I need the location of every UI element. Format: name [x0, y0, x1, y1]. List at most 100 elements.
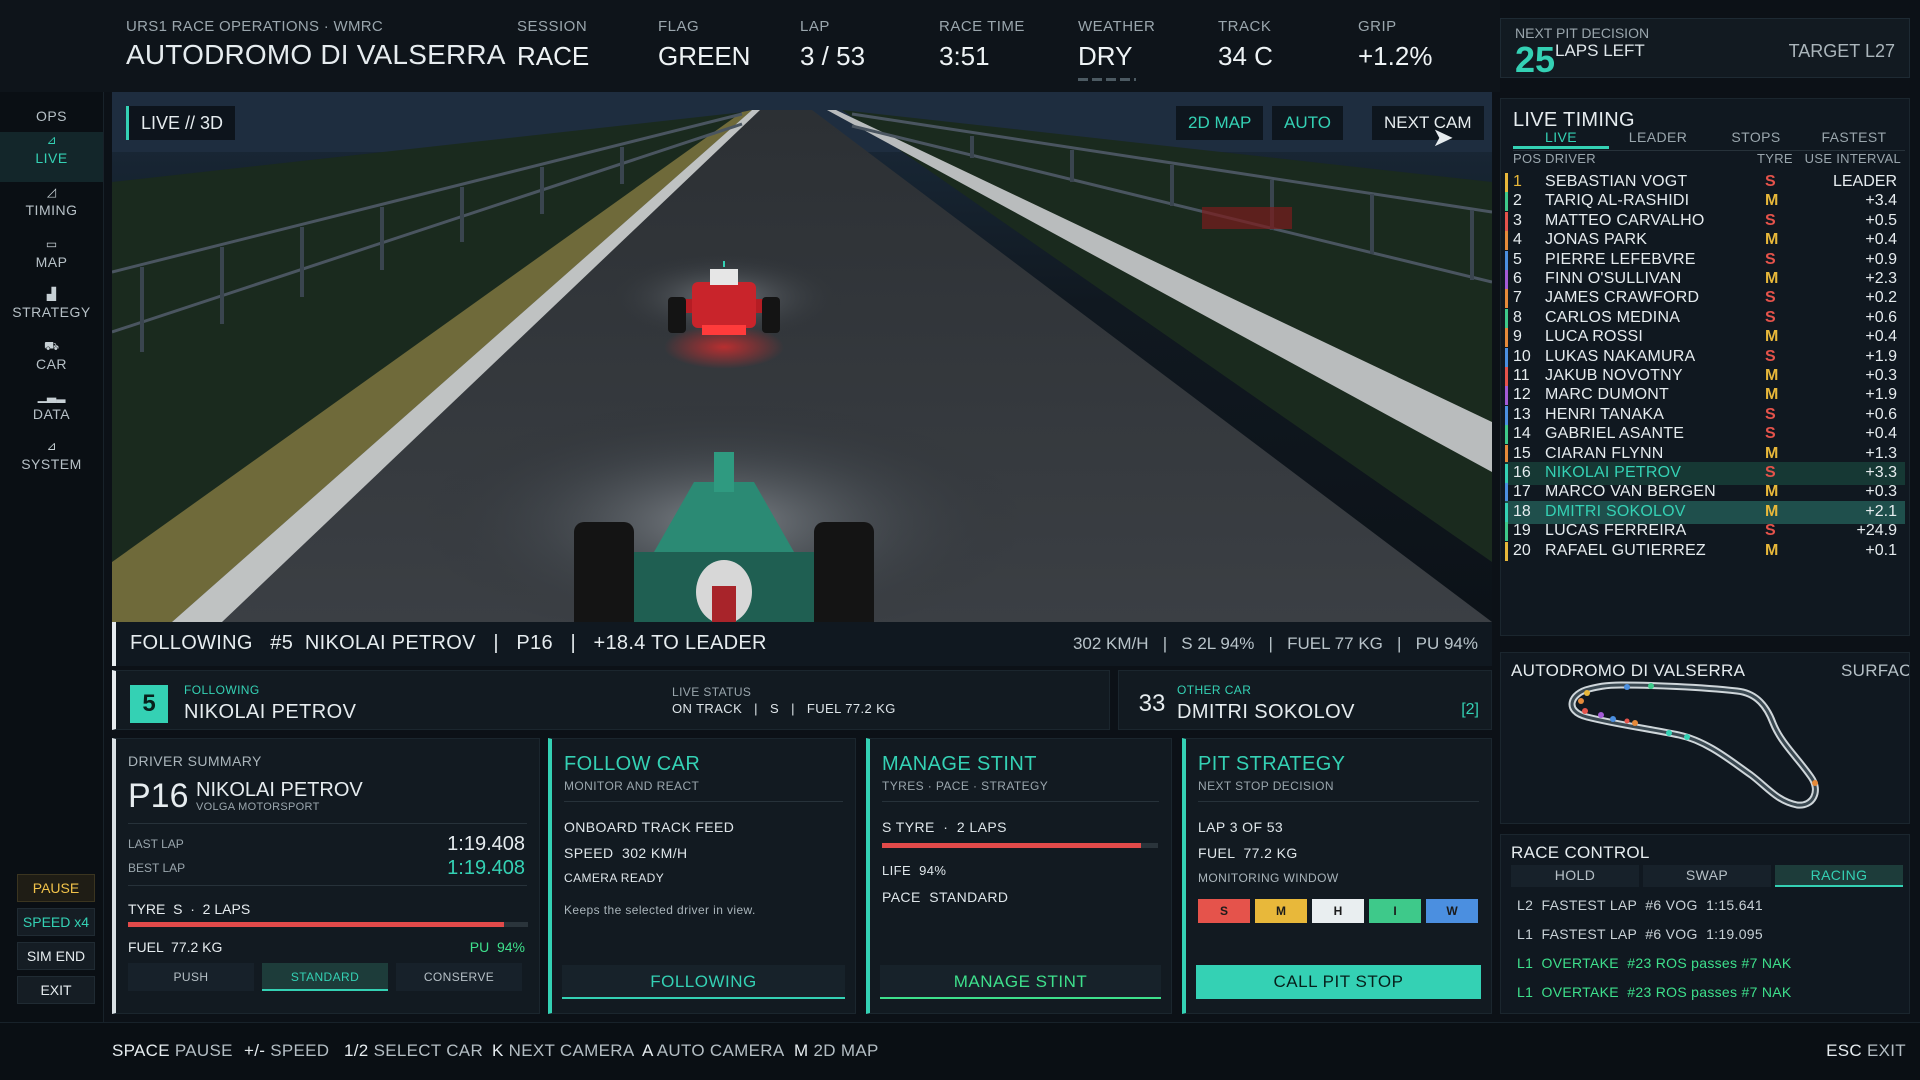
sim-end-button[interactable]: SIM END — [17, 942, 95, 970]
selected-car-strip[interactable]: 5 FOLLOWING NIKOLAI PETROV LIVE STATUS O… — [112, 670, 1110, 730]
tab-fastest[interactable]: FASTEST — [1805, 129, 1903, 149]
2d-map-button[interactable]: 2D MAP — [1176, 106, 1264, 140]
live-3d-viewport[interactable]: LIVE // 3D 2D MAP AUTO NEXT CAM ➤ — [112, 92, 1492, 622]
compound-wet-chip[interactable]: W — [1426, 899, 1478, 923]
nav-item-live[interactable]: ⊿ LIVE — [0, 132, 103, 182]
timing-pos: 6 — [1513, 270, 1522, 287]
timing-driver: SEBASTIAN VOGT — [1545, 173, 1688, 190]
mode-conserve-button[interactable]: CONSERVE — [396, 963, 522, 991]
rc-hold-button[interactable]: HOLD — [1511, 865, 1639, 887]
nav-item-timing[interactable]: ◿ TIMING — [0, 184, 103, 234]
car-icon: ⛟ — [43, 339, 60, 353]
following-button[interactable]: FOLLOWING — [562, 965, 845, 999]
timing-driver: JONAS PARK — [1545, 231, 1648, 249]
timing-pos: 5 — [1513, 250, 1522, 268]
last-lap-time: 1:19.408 — [447, 833, 525, 855]
timing-interval: +3.3 — [1865, 464, 1897, 481]
next-cam-button[interactable]: NEXT CAM — [1372, 106, 1484, 140]
live-icon: ⊿ — [46, 133, 57, 147]
tab-live[interactable]: LIVE — [1513, 129, 1609, 149]
team-color-stripe — [1505, 444, 1508, 464]
compound-medium-chip[interactable]: M — [1255, 899, 1307, 923]
timing-interval: +0.3 — [1865, 483, 1897, 501]
timing-pos: 9 — [1513, 328, 1522, 346]
timing-tyre: S — [1765, 464, 1776, 481]
hotkey-speed[interactable]: +/- SPEED — [244, 1041, 329, 1061]
brand-subtitle: URS1 RACE OPERATIONS · WMRC — [126, 18, 384, 35]
mode-push-button[interactable]: PUSH — [128, 963, 254, 991]
compound-soft-chip[interactable]: S — [1198, 899, 1250, 923]
team-color-stripe — [1505, 464, 1508, 483]
timing-tyre: M — [1765, 192, 1779, 210]
timing-tyre: M — [1765, 328, 1779, 346]
compound-hard-chip[interactable]: H — [1312, 899, 1364, 923]
other-car-strip[interactable]: 33 OTHER CAR DMITRI SOKOLOV [2] — [1118, 670, 1492, 730]
stint-life-fill — [882, 843, 1142, 848]
hotkey-next-camera[interactable]: K NEXT CAMERA — [492, 1041, 634, 1061]
team-color-stripe — [1505, 502, 1508, 522]
team-color-stripe — [1505, 347, 1508, 367]
timing-interval: +0.4 — [1865, 328, 1897, 346]
rc-racing-button[interactable]: RACING — [1775, 865, 1903, 887]
mode-standard-button[interactable]: STANDARD — [262, 963, 388, 991]
stint-pace: PACE STANDARD — [882, 889, 1009, 905]
team-color-stripe — [1505, 308, 1508, 328]
timing-interval: +0.2 — [1865, 289, 1897, 307]
pu-status: PU 94% — [469, 939, 525, 955]
driving-mode-selector: PUSH STANDARD CONSERVE — [128, 963, 528, 993]
tyre-life-fill — [128, 922, 504, 927]
pit-target-lap: TARGET L27 — [1788, 41, 1895, 61]
selected-driver-name: NIKOLAI PETROV — [184, 701, 357, 723]
following-summary: FOLLOWING #5 NIKOLAI PETROV | P16 | +18.… — [130, 632, 767, 654]
timing-row[interactable]: 20 RAFAEL GUTIERREZ M +0.1 — [1505, 540, 1905, 563]
pause-button[interactable]: PAUSE — [17, 874, 95, 902]
team-color-stripe — [1505, 211, 1508, 231]
timing-driver: CIARAN FLYNN — [1545, 444, 1664, 462]
nav-item-system[interactable]: ⊿ SYSTEM — [0, 438, 103, 488]
hotkey-bar: SPACE PAUSE +/- SPEED 1/2 SELECT CAR K N… — [0, 1022, 1920, 1080]
track-map-panel[interactable]: AUTODROMO DI VALSERRA SURFACE — [1500, 652, 1910, 824]
timing-tyre: M — [1765, 541, 1779, 559]
auto-camera-button[interactable]: AUTO — [1272, 106, 1343, 140]
hotkey-pause[interactable]: SPACE PAUSE — [112, 1041, 233, 1061]
speed-button[interactable]: SPEED x4 — [17, 908, 95, 936]
tyre-status: TYRE S · 2 LAPS — [128, 901, 251, 917]
laps-left-count: 25 — [1515, 39, 1556, 80]
timing-tyre: S — [1765, 522, 1776, 540]
tab-leader[interactable]: LEADER — [1609, 129, 1707, 149]
call-pit-stop-button[interactable]: CALL PIT STOP — [1196, 965, 1481, 999]
tab-stops[interactable]: STOPS — [1707, 129, 1805, 149]
timing-tyre: M — [1765, 444, 1779, 462]
other-car-tag: [2] — [1461, 701, 1479, 718]
stint-life-bar — [882, 843, 1158, 848]
manage-stint-button[interactable]: MANAGE STINT — [880, 965, 1161, 999]
compound-inter-chip[interactable]: I — [1369, 899, 1421, 923]
track-outline — [1568, 681, 1819, 809]
nav-item-strategy[interactable]: ▟ STRATEGY — [0, 286, 103, 336]
nav-item-data[interactable]: ▁▃▂ DATA — [0, 388, 103, 438]
stint-tyre: S TYRE · 2 LAPS — [882, 819, 1007, 835]
timing-driver: FINN O'SULLIVAN — [1545, 270, 1682, 287]
team-color-stripe — [1505, 328, 1508, 348]
hotkey-auto-camera[interactable]: A AUTO CAMERA — [642, 1041, 784, 1061]
timing-pos: 12 — [1513, 386, 1531, 404]
hotkey-exit[interactable]: ESC EXIT — [1826, 1041, 1906, 1061]
data-icon: ▁▃▂ — [37, 389, 66, 403]
timing-tyre: M — [1765, 270, 1779, 287]
stint-life: LIFE 94% — [882, 863, 947, 878]
exit-button[interactable]: EXIT — [17, 976, 95, 1004]
nav-ops-header: OPS — [35, 108, 68, 124]
nav-item-map[interactable]: ▭ MAP — [0, 236, 103, 286]
tyre-life-bar — [128, 922, 528, 927]
timing-pos: 15 — [1513, 444, 1531, 462]
team-color-stripe — [1505, 425, 1508, 445]
timing-interval: LEADER — [1832, 173, 1897, 190]
stat-grip: GRIP +1.2% — [1358, 18, 1433, 71]
hotkey-select-car[interactable]: 1/2 SELECT CAR — [344, 1041, 483, 1061]
timing-driver: GABRIEL ASANTE — [1545, 425, 1685, 443]
nav-item-car[interactable]: ⛟ CAR — [0, 338, 103, 388]
rc-swap-button[interactable]: SWAP — [1643, 865, 1771, 887]
hotkey-2d-map[interactable]: M 2D MAP — [794, 1041, 879, 1061]
timing-interval: +0.3 — [1865, 367, 1897, 384]
rc-message: L2 FASTEST LAP #6 VOG 1:15.641 — [1517, 897, 1763, 913]
